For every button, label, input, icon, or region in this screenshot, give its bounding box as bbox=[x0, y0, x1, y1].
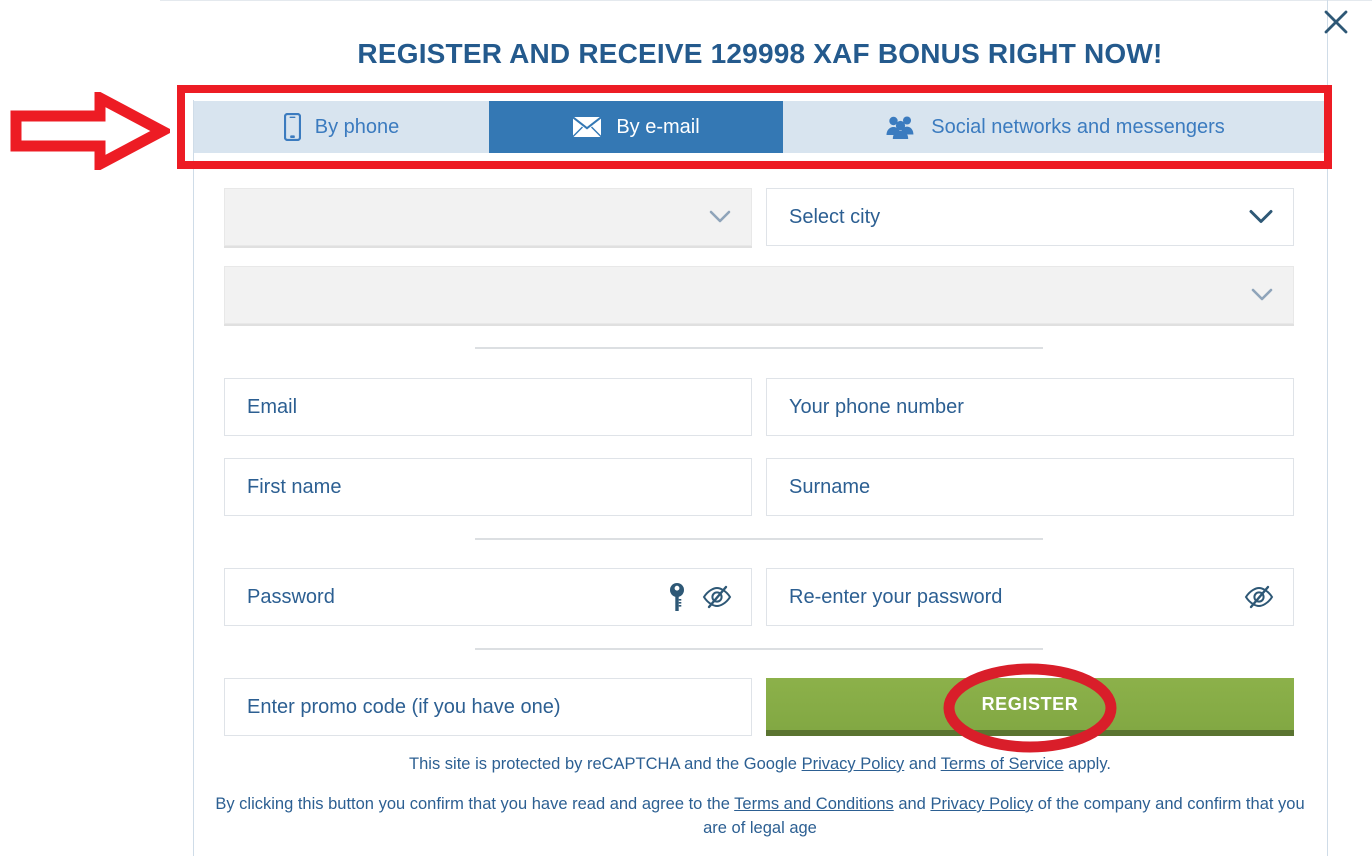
name-row: First name Surname bbox=[224, 458, 1294, 516]
city-select[interactable]: Select city bbox=[766, 188, 1294, 246]
password-field-placeholder: Password bbox=[247, 585, 335, 608]
terms-middle: and bbox=[893, 795, 931, 813]
close-button[interactable] bbox=[1316, 2, 1356, 42]
contact-row: Email Your phone number bbox=[224, 378, 1294, 436]
chevron-down-icon bbox=[709, 210, 731, 224]
key-icon[interactable] bbox=[667, 582, 687, 612]
panel-top-divider bbox=[160, 0, 1372, 1]
recaptcha-prefix: This site is protected by reCAPTCHA and … bbox=[409, 755, 802, 773]
submit-row: Enter promo code (if you have one) REGIS… bbox=[224, 678, 1294, 736]
auth-method-tabs: By phone By e-mail Social networks and m… bbox=[194, 101, 1327, 153]
recaptcha-notice: This site is protected by reCAPTCHA and … bbox=[205, 753, 1315, 777]
password-confirm-field-icons bbox=[1243, 585, 1275, 609]
company-privacy-policy-link[interactable]: Privacy Policy bbox=[930, 795, 1033, 813]
phone-field[interactable]: Your phone number bbox=[766, 378, 1294, 436]
google-privacy-policy-link[interactable]: Privacy Policy bbox=[802, 755, 905, 773]
eye-slash-icon[interactable] bbox=[1243, 585, 1275, 609]
page-title: REGISTER AND RECEIVE 129998 XAF BONUS RI… bbox=[357, 38, 1163, 69]
recaptcha-middle: and bbox=[904, 755, 941, 773]
password-field[interactable]: Password bbox=[224, 568, 752, 626]
close-icon bbox=[1323, 9, 1349, 35]
email-field[interactable]: Email bbox=[224, 378, 752, 436]
phone-field-placeholder: Your phone number bbox=[789, 395, 964, 418]
right-arrow-annotation bbox=[10, 88, 174, 174]
google-terms-of-service-link[interactable]: Terms of Service bbox=[941, 755, 1064, 773]
tab-by-phone-label: By phone bbox=[314, 115, 400, 138]
surname-field[interactable]: Surname bbox=[766, 458, 1294, 516]
first-name-field-placeholder: First name bbox=[247, 475, 342, 498]
chevron-down-icon bbox=[1249, 210, 1273, 225]
form-divider-3 bbox=[475, 648, 1043, 650]
first-name-field[interactable]: First name bbox=[224, 458, 752, 516]
register-button[interactable]: REGISTER bbox=[766, 678, 1294, 736]
form-divider-1 bbox=[475, 347, 1043, 349]
surname-field-placeholder: Surname bbox=[789, 475, 871, 498]
form-divider-2 bbox=[475, 538, 1043, 540]
promo-code-field[interactable]: Enter promo code (if you have one) bbox=[224, 678, 752, 736]
tab-by-email-label: By e-mail bbox=[616, 115, 700, 138]
password-field-icons bbox=[667, 582, 733, 612]
password-row: Password Re-enter your password bbox=[224, 568, 1294, 626]
tab-by-social-label: Social networks and messengers bbox=[931, 115, 1225, 138]
chevron-down-icon bbox=[1251, 288, 1273, 302]
recaptcha-suffix: apply. bbox=[1063, 755, 1111, 773]
registration-modal: REGISTER AND RECEIVE 129998 XAF BONUS RI… bbox=[0, 0, 1372, 856]
panel-right-border bbox=[1327, 0, 1328, 856]
phone-icon bbox=[283, 113, 301, 141]
envelope-icon bbox=[572, 116, 603, 138]
registration-form: Select city Email Your phone number Firs… bbox=[194, 153, 1327, 856]
terms-notice: By clicking this button you confirm that… bbox=[205, 793, 1315, 841]
eye-slash-icon[interactable] bbox=[701, 585, 733, 609]
terms-prefix: By clicking this button you confirm that… bbox=[215, 795, 735, 813]
currency-select[interactable] bbox=[224, 266, 1294, 324]
tab-by-email[interactable]: By e-mail bbox=[489, 101, 783, 153]
people-icon bbox=[885, 115, 917, 139]
password-confirm-field[interactable]: Re-enter your password bbox=[766, 568, 1294, 626]
city-select-value: Select city bbox=[789, 205, 881, 228]
country-select[interactable] bbox=[224, 188, 752, 246]
location-row: Select city bbox=[224, 188, 1294, 246]
email-field-placeholder: Email bbox=[247, 395, 298, 418]
tab-by-phone[interactable]: By phone bbox=[194, 101, 489, 153]
terms-and-conditions-link[interactable]: Terms and Conditions bbox=[734, 795, 894, 813]
tab-by-social[interactable]: Social networks and messengers bbox=[783, 101, 1327, 153]
promo-code-field-placeholder: Enter promo code (if you have one) bbox=[247, 695, 561, 718]
password-confirm-field-placeholder: Re-enter your password bbox=[789, 585, 1003, 608]
register-button-label: REGISTER bbox=[981, 693, 1079, 714]
currency-row bbox=[224, 266, 1294, 324]
